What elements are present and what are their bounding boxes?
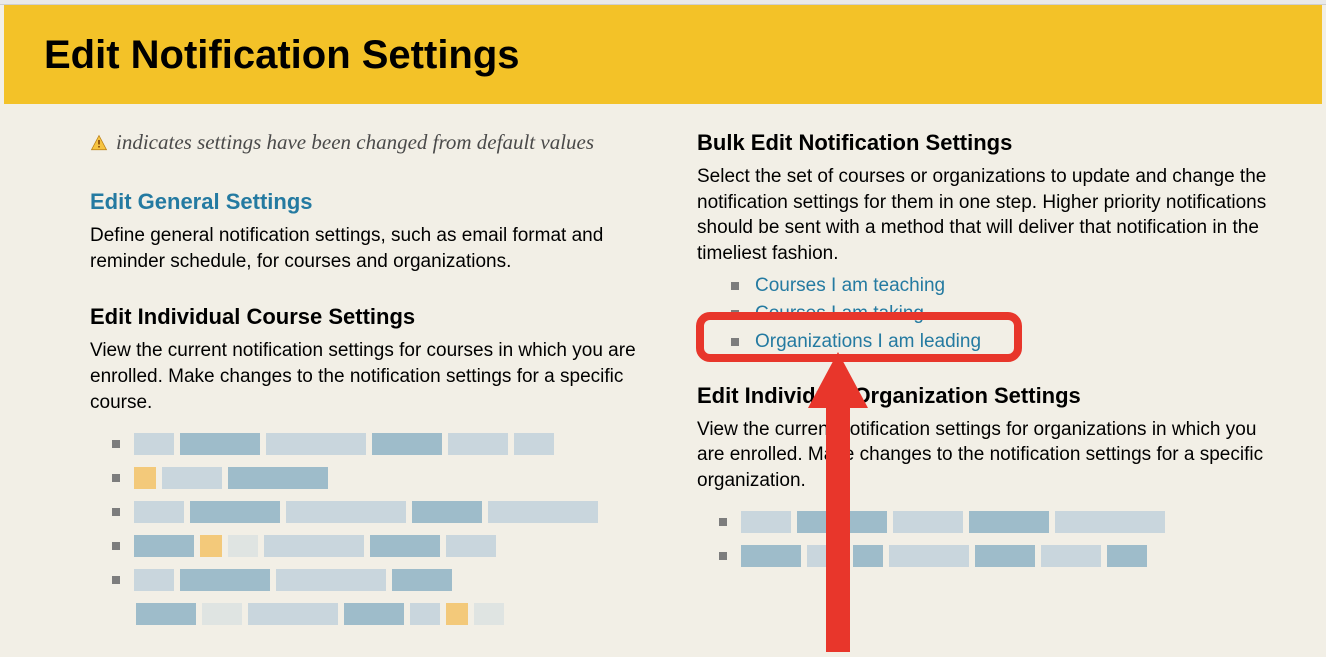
list-item [112,433,667,455]
list-item [719,511,1274,533]
option-label: Courses I am teaching [755,275,945,297]
list-item [112,535,667,557]
option-courses-teaching[interactable]: Courses I am teaching [731,275,1274,297]
left-column: indicates settings have been changed fro… [90,130,667,637]
general-settings-desc: Define general notification settings, su… [90,223,667,274]
bullet-icon [731,338,739,346]
list-item [112,569,667,591]
edit-general-settings-link[interactable]: Edit General Settings [90,189,667,215]
individual-org-desc: View the current notification settings f… [697,417,1274,494]
list-item [112,467,667,489]
org-list-redacted [697,511,1274,567]
legend-text: indicates settings have been changed fro… [116,130,594,155]
bullet-icon [731,282,739,290]
option-orgs-leading[interactable]: Organizations I am leading [731,331,1274,353]
bulk-edit-desc: Select the set of courses or organizatio… [697,164,1274,267]
individual-course-desc: View the current notification settings f… [90,338,667,415]
changed-settings-legend: indicates settings have been changed fro… [90,130,667,155]
content-area: indicates settings have been changed fro… [0,104,1326,637]
bullet-icon [731,310,739,318]
list-item [719,545,1274,567]
bulk-edit-options: Courses I am teaching Courses I am takin… [731,275,1274,353]
option-label: Organizations I am leading [755,331,981,353]
option-label: Courses I am taking [755,303,924,325]
page-header: Edit Notification Settings [4,5,1322,104]
option-courses-taking[interactable]: Courses I am taking [731,303,1274,325]
list-item [112,501,667,523]
right-column: Bulk Edit Notification Settings Select t… [697,130,1274,637]
individual-org-heading: Edit Individual Organization Settings [697,383,1274,409]
bulk-edit-heading: Bulk Edit Notification Settings [697,130,1274,156]
list-item [112,603,667,625]
individual-course-heading: Edit Individual Course Settings [90,304,667,330]
warning-icon [90,134,108,152]
course-list-redacted [90,433,667,625]
page-title: Edit Notification Settings [44,33,1282,78]
